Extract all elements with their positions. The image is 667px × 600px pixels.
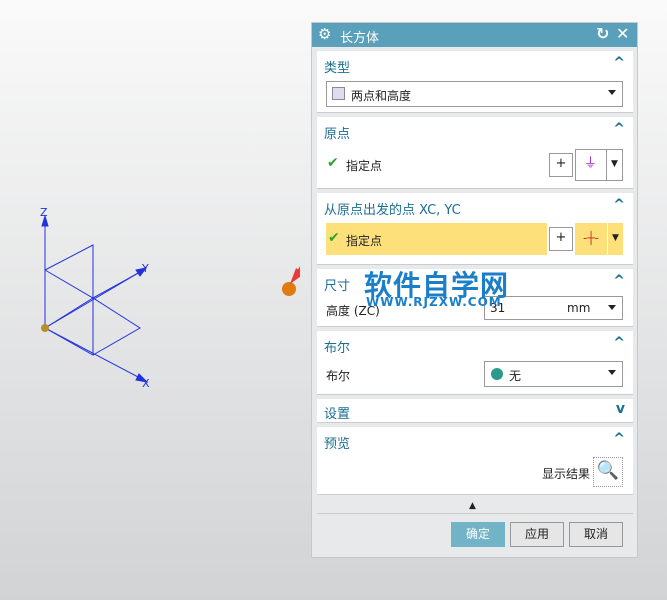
type-value: 两点和高度 bbox=[351, 89, 412, 103]
close-icon[interactable]: ✕ bbox=[616, 24, 629, 43]
chevron-up-icon[interactable]: ^ bbox=[613, 273, 625, 289]
chevron-up-icon[interactable]: ^ bbox=[613, 431, 625, 447]
axis-z-label: Z bbox=[40, 206, 48, 219]
section-boolean: 布尔 ^ 布尔 无 bbox=[317, 331, 633, 395]
gear-icon[interactable]: ⚙ bbox=[318, 25, 331, 43]
chevron-down-icon bbox=[608, 305, 616, 310]
point-dialog-button[interactable]: + bbox=[549, 227, 573, 251]
axis-x-label: X bbox=[142, 377, 150, 390]
magnifier-icon[interactable]: 🔍 bbox=[593, 457, 623, 487]
type-select[interactable]: 两点和高度 bbox=[326, 81, 623, 107]
dialog-title-bar: ⚙ 长方体 ↻ ✕ bbox=[312, 23, 637, 47]
specify-point-label: 指定点 bbox=[346, 234, 383, 248]
section-header[interactable]: 尺寸 bbox=[324, 275, 350, 294]
section-origin: 原点 ^ ✔ 指定点 + ⏚ ▼ bbox=[317, 117, 633, 189]
cancel-button[interactable]: 取消 bbox=[569, 522, 623, 547]
point-dialog-button[interactable]: + bbox=[549, 153, 573, 177]
watermark-url: WWW.RJZXW.COM bbox=[366, 295, 502, 309]
section-header[interactable]: 类型 bbox=[324, 57, 350, 76]
boolean-none-icon bbox=[491, 368, 503, 380]
collapse-arrow-icon[interactable]: ▲ bbox=[469, 501, 476, 511]
section-settings[interactable]: 设置 v bbox=[317, 399, 633, 423]
divider bbox=[317, 513, 633, 514]
boolean-label: 布尔 bbox=[326, 369, 351, 383]
section-from-origin: 从原点出发的点 XC, YC ^ ✔ 指定点 + -┼- ▼ bbox=[317, 193, 633, 265]
check-icon: ✔ bbox=[328, 230, 340, 246]
chevron-up-icon[interactable]: ^ bbox=[613, 55, 625, 71]
ok-button[interactable]: 确定 bbox=[451, 522, 505, 547]
section-header[interactable]: 设置 bbox=[324, 403, 350, 422]
boolean-select[interactable]: 无 bbox=[484, 361, 623, 387]
section-header[interactable]: 从原点出发的点 XC, YC bbox=[324, 199, 461, 218]
specify-point-active[interactable]: ✔ 指定点 bbox=[326, 223, 547, 255]
check-icon: ✔ bbox=[327, 155, 339, 171]
chevron-up-icon[interactable]: ^ bbox=[613, 197, 625, 213]
chevron-up-icon[interactable]: ^ bbox=[613, 121, 625, 137]
specify-point-label[interactable]: 指定点 bbox=[346, 157, 382, 174]
chevron-down-icon[interactable]: v bbox=[616, 401, 625, 417]
boolean-value: 无 bbox=[509, 369, 522, 383]
axis-y-label: Y bbox=[142, 262, 149, 275]
point-type-dropdown[interactable]: -┼- ▼ bbox=[575, 223, 623, 255]
reset-icon[interactable]: ↻ bbox=[596, 24, 609, 43]
chevron-up-icon[interactable]: ^ bbox=[613, 335, 625, 351]
show-result-label: 显示结果 bbox=[542, 467, 591, 481]
wcs-axes bbox=[41, 214, 300, 383]
apply-button[interactable]: 应用 bbox=[510, 522, 564, 547]
chevron-down-icon bbox=[608, 370, 616, 375]
section-preview: 预览 ^ 显示结果 🔍 bbox=[317, 427, 633, 495]
dialog-title: 长方体 bbox=[340, 31, 380, 46]
section-header[interactable]: 预览 bbox=[324, 433, 350, 452]
section-header[interactable]: 布尔 bbox=[324, 337, 350, 356]
section-header[interactable]: 原点 bbox=[324, 123, 350, 142]
unit-select[interactable]: mm bbox=[567, 301, 590, 315]
point-type-dropdown[interactable]: ⏚ ▼ bbox=[575, 149, 623, 181]
chevron-down-icon bbox=[608, 90, 616, 95]
cube-icon bbox=[332, 87, 345, 100]
section-type: 类型 ^ 两点和高度 bbox=[317, 51, 633, 113]
